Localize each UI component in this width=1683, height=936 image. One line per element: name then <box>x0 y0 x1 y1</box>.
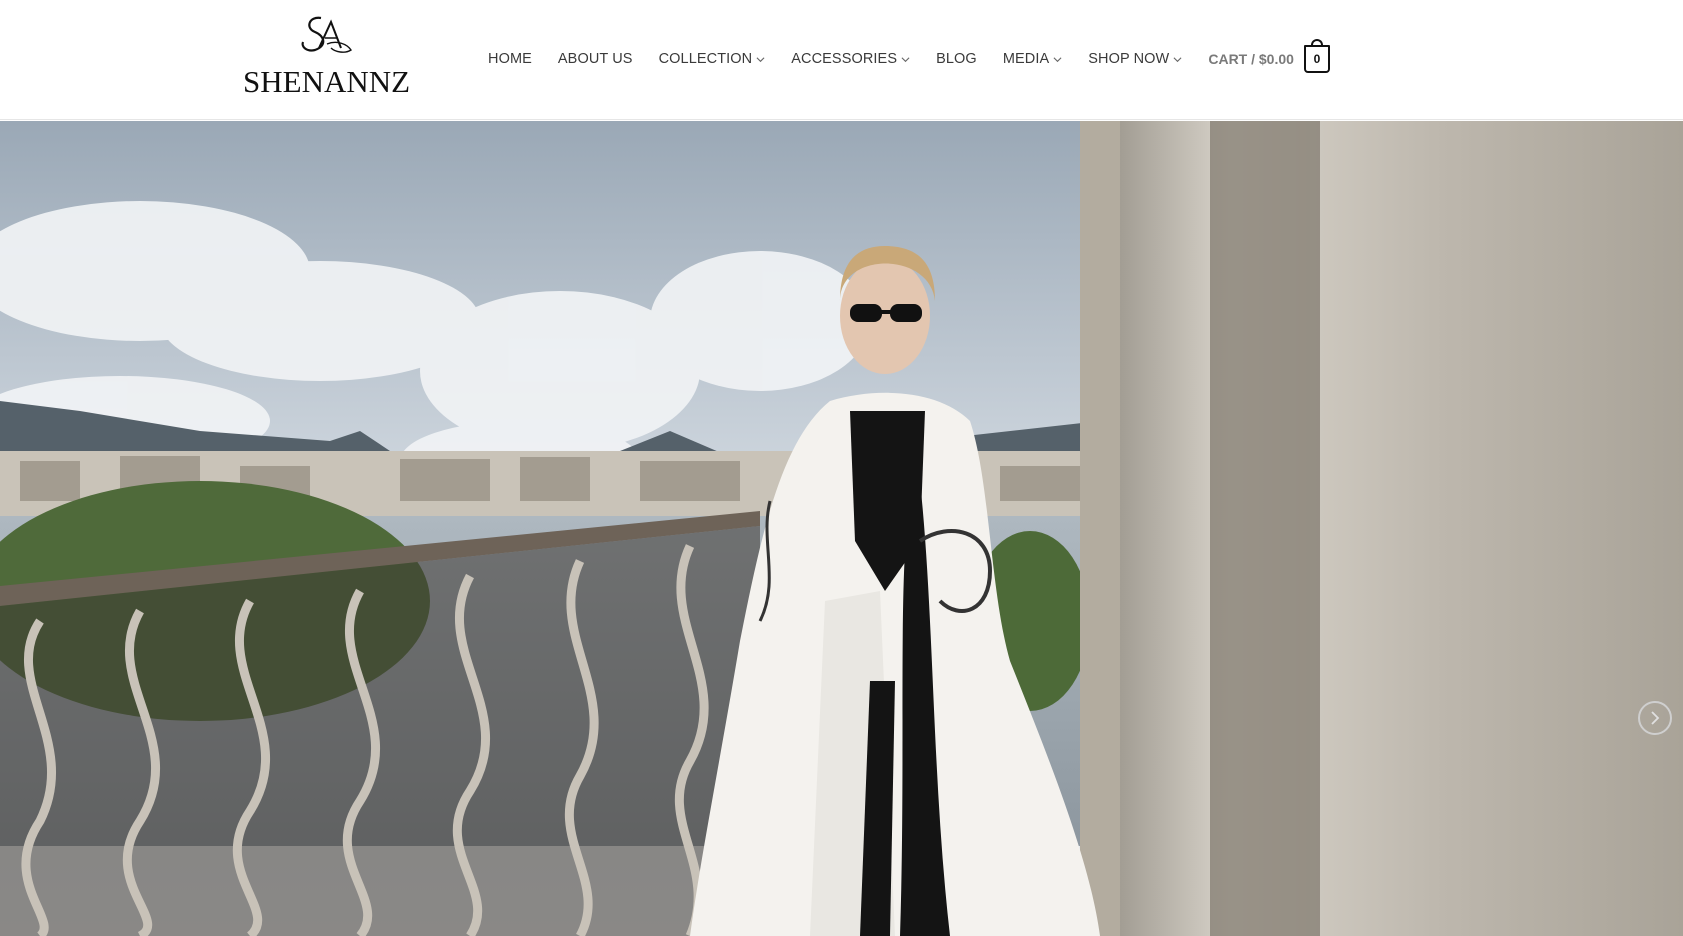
stone-column <box>1080 121 1683 936</box>
chevron-down-icon <box>1053 56 1062 62</box>
main-nav: HOME ABOUT US COLLECTION ACCESSORIES BLO… <box>488 0 1330 118</box>
hero-slider[interactable] <box>0 121 1683 936</box>
nav-item-about-us[interactable]: ABOUT US <box>558 51 633 67</box>
nav-item-blog[interactable]: BLOG <box>936 51 977 67</box>
cart-bag-icon: 0 <box>1303 39 1330 73</box>
chevron-down-icon <box>901 56 910 62</box>
nav-item-collection[interactable]: COLLECTION <box>659 51 766 67</box>
nav-item-label: ACCESSORIES <box>791 51 898 67</box>
monogram-logo-icon <box>301 16 352 53</box>
nav-item-shop-now[interactable]: SHOP NOW <box>1088 51 1182 67</box>
nav-item-label: BLOG <box>936 51 977 67</box>
chevron-right-icon <box>1651 711 1660 725</box>
nav-item-accessories[interactable]: ACCESSORIES <box>791 51 910 67</box>
nav-item-label: COLLECTION <box>658 51 753 67</box>
brand-logo[interactable]: SHENANNZ <box>243 14 411 100</box>
hero-image <box>0 121 1683 936</box>
site-header: SHENANNZ HOME ABOUT US COLLECTION ACCESS… <box>0 0 1683 120</box>
nav-item-label: SHOP NOW <box>1088 51 1170 67</box>
nav-item-label: HOME <box>488 51 532 67</box>
brand-wordmark: SHENANNZ <box>243 64 411 99</box>
chevron-down-icon <box>756 56 765 62</box>
nav-item-media[interactable]: MEDIA <box>1003 51 1062 67</box>
nav-item-label: MEDIA <box>1002 51 1050 67</box>
cart-link[interactable]: CART / $0.00 0 <box>1208 39 1330 73</box>
chevron-down-icon <box>1173 56 1182 62</box>
cart-label: CART / $0.00 <box>1208 51 1294 67</box>
slider-next-button[interactable] <box>1638 701 1672 735</box>
cart-count: 0 <box>1313 52 1321 66</box>
nav-item-home[interactable]: HOME <box>488 51 532 67</box>
nav-item-label: ABOUT US <box>557 51 633 67</box>
